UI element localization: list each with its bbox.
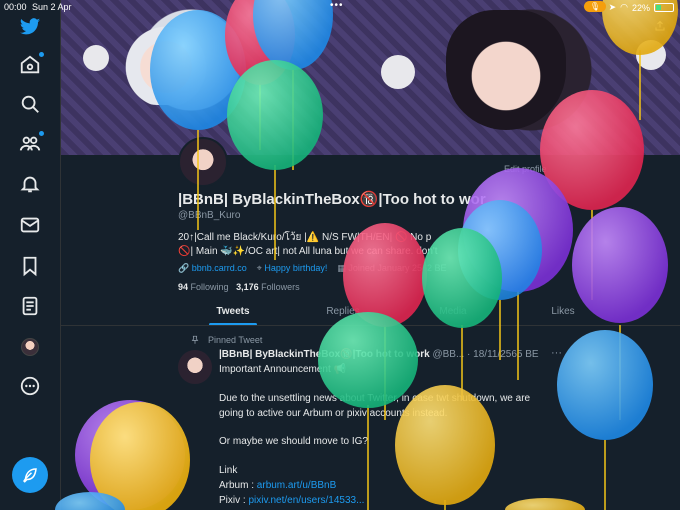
- profile-bio-line-1: 20↑|Call me Black/Kuro/โว้ย |⚠️ N/S FW|T…: [178, 232, 432, 243]
- more-icon: [20, 376, 40, 396]
- calendar-icon: ▦: [337, 263, 349, 273]
- feather-icon: [23, 468, 37, 483]
- status-bar: 00:00 Sun 2 Apr ••• 🎙 ➤ ◠ 22%: [0, 0, 680, 14]
- mic-indicator-icon: 🎙: [584, 1, 606, 12]
- home-notification-dot: [39, 52, 44, 57]
- sidebar-item-explore[interactable]: [19, 93, 41, 115]
- profile-handle: @BBnB_Kuro: [178, 210, 241, 221]
- tabs-divider: [61, 325, 680, 326]
- communities-notification-dot: [39, 131, 44, 136]
- followers-link[interactable]: 3,176 Followers: [236, 282, 300, 292]
- mail-icon: [20, 217, 40, 233]
- link-icon: 🔗: [178, 263, 192, 273]
- lists-icon: [22, 296, 38, 316]
- communities-icon: [19, 136, 41, 151]
- tab-likes[interactable]: Likes: [508, 300, 618, 326]
- tweet-more-icon[interactable]: ···: [551, 347, 562, 359]
- multitask-dots[interactable]: •••: [330, 0, 344, 11]
- profile-website-link[interactable]: bbnb.carrd.co: [192, 263, 247, 273]
- profile-tabs: Tweets Replies Media Likes: [178, 300, 618, 326]
- tweet-line-1: Important Announcement 📢: [219, 364, 346, 375]
- tweet-arbum-line: Arbum : arbum.art/u/BBnB: [219, 480, 337, 491]
- battery-icon: [654, 3, 674, 12]
- sidebar-item-notifications[interactable]: [19, 173, 41, 195]
- profile-bio-line-2: 🚫| Main 🐳✨/OC art| not All luna but we c…: [178, 246, 438, 257]
- sidebar-item-lists[interactable]: [19, 295, 41, 317]
- compose-tweet-button[interactable]: [12, 457, 48, 493]
- edit-profile-button[interactable]: Edit profile: [504, 164, 547, 174]
- sidebar-item-messages[interactable]: [19, 214, 41, 236]
- pinned-tweet-label: Pinned Tweet: [208, 335, 263, 345]
- sidebar-item-more[interactable]: [19, 375, 41, 397]
- profile-banner[interactable]: [61, 0, 680, 155]
- tweet-meta: @BB... · 18/11/2565 BE: [432, 349, 539, 360]
- location-icon: ➤: [608, 2, 617, 12]
- sidebar-nav: [0, 0, 61, 510]
- status-time: 00:00: [4, 2, 27, 12]
- home-icon: [20, 55, 40, 74]
- tab-replies[interactable]: Replies: [288, 300, 398, 326]
- sidebar-item-bookmarks[interactable]: [19, 255, 41, 277]
- sidebar-profile-avatar[interactable]: [21, 338, 39, 356]
- arbum-link[interactable]: arbum.art/u/BBnB: [257, 480, 336, 491]
- pixiv-link[interactable]: pixiv.net/en/users/14533...: [248, 495, 364, 506]
- tab-media[interactable]: Media: [398, 300, 508, 326]
- tweet-author-name[interactable]: |BBnB| ByBlackinTheBox🔞|Too hot to work: [219, 349, 430, 360]
- tweet-line-4: Or maybe we should move to IG?: [219, 436, 368, 447]
- bell-icon: [20, 176, 40, 193]
- tweet-header: |BBnB| ByBlackinTheBox🔞|Too hot to work …: [219, 349, 539, 360]
- pin-icon: [191, 335, 199, 344]
- tweet-line-5: Link: [219, 465, 238, 476]
- search-icon: [21, 95, 39, 113]
- battery-percent: 22%: [631, 2, 650, 13]
- tweet-line-3: going to active our Arbum or pixiv accou…: [219, 408, 448, 419]
- profile-main: Edit profile |BBnB| ByBlackinTheBox🔞|Too…: [61, 0, 680, 510]
- profile-name: |BBnB| ByBlackinTheBox🔞|Too hot to wor: [178, 191, 486, 208]
- tweet-line-2: Due to the unsettling news about Twitter…: [219, 393, 531, 404]
- profile-joined: Joined January 2562 BE: [348, 263, 447, 273]
- sidebar-item-communities[interactable]: [19, 131, 44, 155]
- profile-meta: 🔗 bbnb.carrd.co ⌖ Happy birthday! ▦ Join…: [178, 263, 446, 274]
- profile-birthday[interactable]: Happy birthday!: [264, 263, 327, 273]
- tweet-avatar[interactable]: [178, 350, 212, 384]
- status-date: Sun 2 Apr: [32, 2, 72, 12]
- profile-avatar[interactable]: [178, 137, 228, 187]
- wifi-icon: ◠: [620, 2, 628, 12]
- tweet-pixiv-line: Pixiv : pixiv.net/en/users/14533...: [219, 495, 365, 506]
- twitter-logo-icon[interactable]: [19, 16, 41, 38]
- sidebar-item-home[interactable]: [19, 52, 44, 76]
- following-link[interactable]: 94 Following: [178, 282, 229, 292]
- bookmark-icon: [23, 256, 37, 277]
- tab-tweets[interactable]: Tweets: [178, 300, 288, 326]
- upload-icon[interactable]: [654, 20, 666, 32]
- follow-stats: 94 Following 3,176 Followers: [178, 282, 300, 292]
